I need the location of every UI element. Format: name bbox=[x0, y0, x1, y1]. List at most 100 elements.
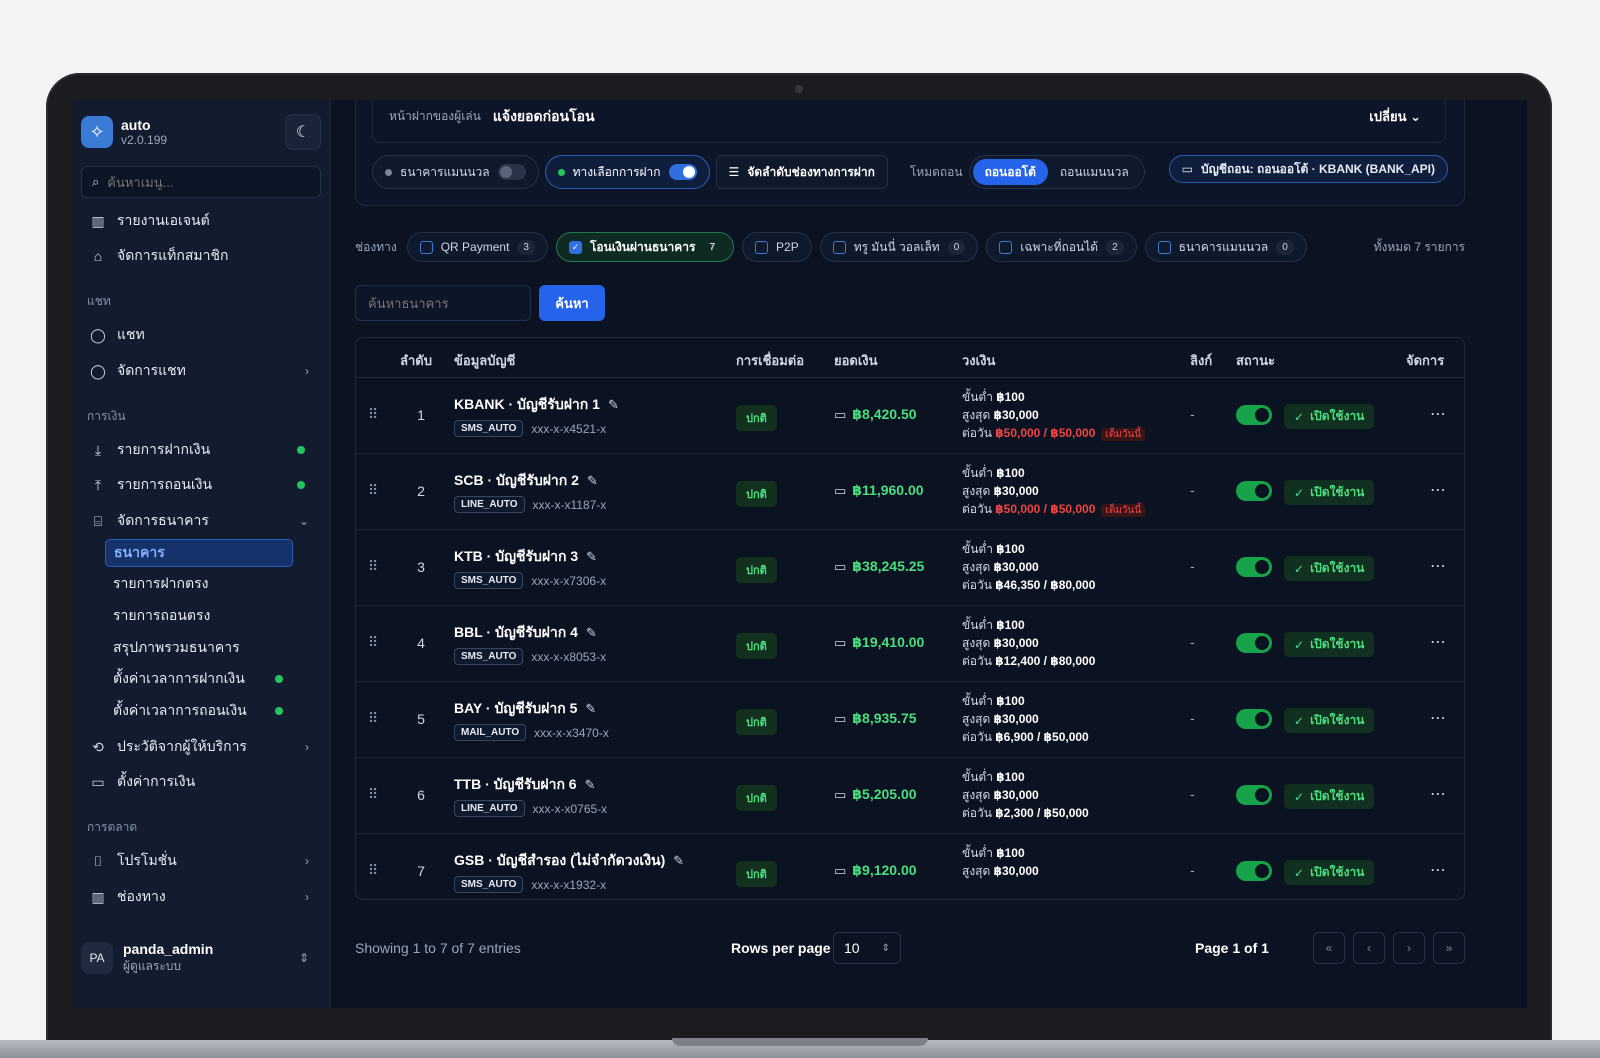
sidebar-item-manage-chat[interactable]: ◯ จัดการแชท › bbox=[81, 356, 321, 386]
withdraw-account-pill[interactable]: ▭ บัญชีถอน: ถอนออโต้ · KBANK (BANK_API) bbox=[1168, 155, 1448, 183]
drag-handle-icon[interactable]: ⠿ bbox=[368, 558, 378, 575]
status-toggle[interactable] bbox=[1236, 709, 1272, 729]
sidebar-item-channels[interactable]: ▥ ช่องทาง › bbox=[81, 882, 321, 912]
chip-withdrawable[interactable]: เฉพาะที่ถอนได้ 2 bbox=[986, 232, 1137, 262]
switch[interactable] bbox=[497, 164, 526, 180]
sidebar-sub-withdraw-time[interactable]: ตั้งค่าเวลาการถอนเงิน bbox=[105, 697, 293, 725]
more-actions-icon[interactable]: ⋯ bbox=[1430, 860, 1446, 880]
sidebar-item-member-tags[interactable]: ⌂ จัดการแท็กสมาชิก bbox=[81, 241, 321, 271]
rows-per-page-select[interactable]: 10 ⇕ bbox=[833, 932, 901, 964]
count-badge: 0 bbox=[1276, 239, 1294, 255]
drag-handle-icon[interactable]: ⠿ bbox=[368, 710, 378, 727]
method-tag: SMS_AUTO bbox=[454, 420, 524, 437]
more-actions-icon[interactable]: ⋯ bbox=[1430, 480, 1446, 500]
link-value: - bbox=[1190, 406, 1195, 422]
row-number: 7 bbox=[417, 863, 425, 879]
status-badge: ✓ เปิดใช้งาน bbox=[1284, 860, 1375, 885]
more-actions-icon[interactable]: ⋯ bbox=[1430, 708, 1446, 728]
sidebar-item-agent-report[interactable]: ▥ รายงานเอเจนต์ bbox=[81, 206, 321, 236]
drag-handle-icon[interactable]: ⠿ bbox=[368, 786, 378, 803]
checkbox[interactable] bbox=[999, 240, 1013, 254]
chip-qr-payment[interactable]: QR Payment 3 bbox=[406, 232, 548, 262]
chip-p2p[interactable]: P2P bbox=[742, 232, 812, 262]
sidebar-item-chat[interactable]: ◯ แชท bbox=[81, 320, 321, 350]
checkbox[interactable] bbox=[755, 240, 769, 254]
status-toggle[interactable] bbox=[1236, 633, 1272, 653]
pencil-icon[interactable]: ✎ bbox=[586, 625, 597, 641]
toggle-row: ธนาคารแมนนวล ทางเลือกการฝาก ☰ จัดลำดับช่อ… bbox=[372, 155, 1145, 189]
wallet-icon: ▭ bbox=[834, 558, 847, 574]
bank-search-input[interactable] bbox=[355, 285, 531, 321]
sidebar-item-bank-management[interactable]: ⌸ จัดการธนาคาร ⌄ bbox=[81, 506, 321, 536]
more-actions-icon[interactable]: ⋯ bbox=[1430, 404, 1446, 424]
pencil-icon[interactable]: ✎ bbox=[586, 549, 597, 565]
more-actions-icon[interactable]: ⋯ bbox=[1430, 556, 1446, 576]
wallet-icon: ▭ bbox=[1181, 162, 1194, 176]
mode-auto-option[interactable]: ถอนออโต้ bbox=[972, 159, 1048, 185]
user-menu[interactable]: PA panda_admin ผู้ดูแลระบบ ⇕ bbox=[81, 936, 321, 980]
menu-search[interactable]: ⌕ bbox=[81, 166, 321, 198]
prev-page-button[interactable]: ‹ bbox=[1353, 932, 1385, 964]
switch[interactable] bbox=[668, 164, 697, 180]
count-badge: 0 bbox=[947, 239, 966, 255]
brand[interactable]: ✧ auto v2.0.199 bbox=[81, 116, 167, 148]
more-actions-icon[interactable]: ⋯ bbox=[1430, 784, 1446, 804]
menu-search-input[interactable] bbox=[107, 174, 298, 190]
theme-toggle-button[interactable]: ☾ bbox=[285, 114, 321, 150]
sidebar-item-deposits[interactable]: ⤓ รายการฝากเงิน bbox=[81, 435, 321, 465]
check-circle-icon: ✓ bbox=[1294, 485, 1305, 500]
search-button[interactable]: ค้นหา bbox=[539, 285, 605, 321]
status-toggle[interactable] bbox=[1236, 861, 1272, 881]
pencil-icon[interactable]: ✎ bbox=[673, 853, 684, 869]
first-page-button[interactable]: « bbox=[1313, 932, 1345, 964]
col-balance: ยอดเงิน bbox=[834, 353, 878, 368]
method-tag: MAIL_AUTO bbox=[454, 724, 527, 741]
wallet-icon: ▭ bbox=[834, 786, 847, 802]
drag-handle-icon[interactable]: ⠿ bbox=[368, 406, 378, 423]
sidebar-sub-bank[interactable]: ธนาคาร bbox=[105, 539, 293, 567]
pencil-icon[interactable]: ✎ bbox=[608, 397, 619, 413]
status-badge: ✓ เปิดใช้งาน bbox=[1284, 708, 1375, 733]
sidebar-item-provider-history[interactable]: ⟲ ประวัติจากผู้ให้บริการ › bbox=[81, 732, 321, 762]
checkbox[interactable] bbox=[1157, 240, 1171, 254]
sidebar-sub-bank-overview[interactable]: สรุปภาพรวมธนาคาร bbox=[105, 634, 293, 662]
pencil-icon[interactable]: ✎ bbox=[585, 777, 596, 793]
sidebar-item-promotions[interactable]: ⌷ โปรโมชั่น › bbox=[81, 846, 321, 876]
last-page-button[interactable]: » bbox=[1433, 932, 1465, 964]
chevron-right-icon: › bbox=[305, 740, 309, 754]
sort-channels-button[interactable]: ☰ จัดลำดับช่องทางการฝาก bbox=[715, 155, 888, 189]
status-toggle[interactable] bbox=[1236, 405, 1272, 425]
status-toggle[interactable] bbox=[1236, 481, 1272, 501]
mode-manual-option[interactable]: ถอนแมนนวล bbox=[1048, 159, 1141, 185]
next-page-button[interactable]: › bbox=[1393, 932, 1425, 964]
sidebar-sub-direct-withdrawals[interactable]: รายการถอนตรง bbox=[105, 602, 293, 630]
wallet-icon: ▭ bbox=[834, 634, 847, 650]
drag-handle-icon[interactable]: ⠿ bbox=[368, 634, 378, 651]
drag-handle-icon[interactable]: ⠿ bbox=[368, 482, 378, 499]
more-actions-icon[interactable]: ⋯ bbox=[1430, 632, 1446, 652]
manual-bank-toggle[interactable]: ธนาคารแมนนวล bbox=[372, 155, 539, 189]
full-badge: เต็มวันนี้ bbox=[1101, 428, 1146, 441]
user-name: panda_admin bbox=[123, 940, 214, 957]
chip-manual-bank[interactable]: ธนาคารแมนนวล 0 bbox=[1144, 232, 1307, 262]
pencil-icon[interactable]: ✎ bbox=[585, 701, 596, 717]
limits: ขั้นต่ำ ฿100 สูงสุด ฿30,000 ต่อวัน ฿12,400… bbox=[962, 618, 1096, 668]
section-chat: แชท bbox=[87, 294, 111, 308]
deposit-choice-toggle[interactable]: ทางเลือกการฝาก bbox=[544, 155, 710, 189]
drag-handle-icon[interactable]: ⠿ bbox=[368, 862, 378, 879]
connection-badge: ปกติ bbox=[736, 405, 777, 431]
status-toggle[interactable] bbox=[1236, 557, 1272, 577]
change-button[interactable]: เปลี่ยน ⌄ bbox=[1369, 106, 1421, 127]
chip-truemoney[interactable]: ทรู มันนี่ วอลเล็ท 0 bbox=[819, 232, 979, 262]
chip-bank-transfer[interactable]: ✓ โอนเงินผ่านธนาคาร 7 bbox=[555, 232, 735, 262]
status-toggle[interactable] bbox=[1236, 785, 1272, 805]
checkbox[interactable] bbox=[419, 240, 433, 254]
method-tag: LINE_AUTO bbox=[454, 800, 525, 817]
checkbox[interactable] bbox=[832, 240, 846, 254]
sidebar-item-finance-settings[interactable]: ▭ ตั้งค่าการเงิน bbox=[81, 767, 321, 797]
sidebar-item-withdrawals[interactable]: ⤒ รายการถอนเงิน bbox=[81, 470, 321, 500]
sidebar-sub-deposit-time[interactable]: ตั้งค่าเวลาการฝากเงิน bbox=[105, 665, 293, 693]
checkbox[interactable]: ✓ bbox=[568, 240, 582, 254]
pencil-icon[interactable]: ✎ bbox=[587, 473, 598, 489]
sidebar-sub-direct-deposits[interactable]: รายการฝากตรง bbox=[105, 570, 293, 598]
